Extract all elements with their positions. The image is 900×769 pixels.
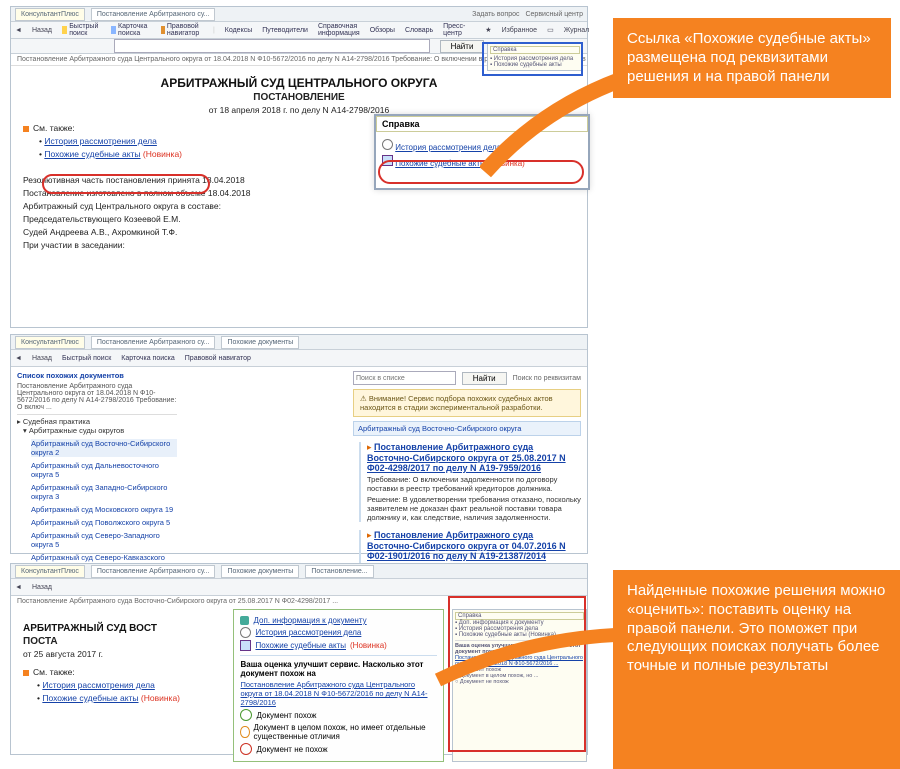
nav-back-icon[interactable]: ◄ xyxy=(15,27,22,34)
tabstrip-2: КонсультантПлюс Постановление Арбитражно… xyxy=(11,335,587,350)
court-item[interactable]: Арбитражный суд Поволжского округа 5 xyxy=(31,518,177,527)
court-item[interactable]: Арбитражный суд Западно-Сибирского округ… xyxy=(31,483,177,501)
court-item[interactable]: Арбитражный суд Московского округа 19 xyxy=(31,505,177,514)
bullet-icon-3 xyxy=(23,670,29,676)
ask-link[interactable]: Задать вопрос xyxy=(472,11,519,18)
tree-root[interactable]: ▸ Судебная практика xyxy=(17,417,177,426)
tab-doc-2[interactable]: Постановление Арбитражного су... xyxy=(91,336,216,349)
tb-nav[interactable]: Правовой навигатор xyxy=(161,23,203,37)
court-item[interactable]: Арбитражный суд Дальневосточного округа … xyxy=(31,461,177,479)
rate-target[interactable]: Постановление Арбитражного суда Централь… xyxy=(240,680,437,707)
tabstrip-3: КонсультантПлюс Постановление Арбитражно… xyxy=(11,564,587,579)
bullet-icon xyxy=(23,126,29,132)
fav-icon[interactable]: ★ xyxy=(485,26,491,34)
rate-good[interactable]: Документ похож xyxy=(240,709,437,721)
tree-group[interactable]: ▾ Арбитражные суды округов xyxy=(23,426,177,435)
rate-bad[interactable]: Документ не похож xyxy=(240,743,437,755)
result-title[interactable]: Постановление Арбитражного суда Восточно… xyxy=(367,442,566,473)
list-header: Список похожих документов xyxy=(17,371,177,380)
tb-codex[interactable]: Кодексы xyxy=(225,27,252,34)
tab-app-3[interactable]: КонсультантПлюс xyxy=(15,565,85,578)
find-button[interactable]: Найти xyxy=(440,40,485,53)
similar-link[interactable]: Похожие судебные акты xyxy=(44,149,140,159)
mag-history-link[interactable]: История рассмотрения дела xyxy=(395,143,501,152)
line-6: При участии в заседании: xyxy=(23,240,575,250)
result-item: ▸ Постановление Арбитражного суда Восточ… xyxy=(359,442,581,522)
tab-doc[interactable]: Постановление Арбитражного су... xyxy=(91,8,216,21)
nav-back-2[interactable]: ◄ xyxy=(15,355,22,362)
list-search-input[interactable] xyxy=(353,371,456,385)
mag-spravka-title[interactable]: Справка xyxy=(376,116,588,132)
sort-link[interactable]: Поиск по реквизитам xyxy=(513,375,581,382)
clock-icon-3 xyxy=(240,627,251,638)
hist-link-3[interactable]: История рассмотрения дела xyxy=(255,628,361,637)
tb-press[interactable]: Пресс-центр xyxy=(443,23,465,37)
sim-link-3[interactable]: Похожие судебные акты xyxy=(255,641,346,650)
nav-back-3[interactable]: ◄ xyxy=(15,584,22,591)
group-bar: Арбитражный суд Восточно-Сибирского окру… xyxy=(353,421,581,436)
history-link-3[interactable]: История рассмотрения дела xyxy=(42,680,155,690)
red-highlight-doc xyxy=(42,174,210,194)
tab-app-2[interactable]: КонсультантПлюс xyxy=(15,336,85,349)
list-find-button[interactable]: Найти xyxy=(462,372,507,385)
nav-back[interactable]: Назад xyxy=(32,27,52,34)
see-also-label: См. также: xyxy=(33,123,75,133)
tab-similar-3[interactable]: Похожие документы xyxy=(221,565,299,578)
service-link[interactable]: Сервисный центр xyxy=(525,11,583,18)
see-also-3: См. также: xyxy=(33,667,75,677)
court-name: АРБИТРАЖНЫЙ СУД ЦЕНТРАЛЬНОГО ОКРУГА xyxy=(23,76,575,90)
journal-icon[interactable]: ▭ xyxy=(547,26,554,34)
tab-similar-2[interactable]: Похожие документы xyxy=(221,336,299,349)
tb-guide[interactable]: Путеводители xyxy=(262,27,308,34)
tab-doc-3b[interactable]: Постановление... xyxy=(305,565,373,578)
line-3: Арбитражный суд Центрального округа в со… xyxy=(23,201,575,211)
screenshot-2: КонсультантПлюс Постановление Арбитражно… xyxy=(10,334,588,554)
result-req: Требование: О включении задолженности по… xyxy=(367,475,581,493)
court-name-3: АРБИТРАЖНЫЙ СУД ВОСТ xyxy=(23,623,221,634)
result-title[interactable]: Постановление Арбитражного суда Восточно… xyxy=(367,530,566,561)
rating-panel-zoom: Доп. информация к документу История расс… xyxy=(233,609,444,762)
court-item[interactable]: Арбитражный суд Северо-Западного округа … xyxy=(31,531,177,549)
toolbar-2: ◄Назад Быстрый поиск Карточка поиска Пра… xyxy=(11,350,587,367)
red-highlight-right xyxy=(448,596,586,752)
red-highlight-mag xyxy=(378,160,584,184)
similar-link-3[interactable]: Похожие судебные акты xyxy=(42,693,138,703)
circle-green-icon xyxy=(240,709,252,721)
tb-obz[interactable]: Обзоры xyxy=(370,27,395,34)
tab-doc-3a[interactable]: Постановление Арбитражного су... xyxy=(91,565,216,578)
callout-bottom: Найденные похожие решения можно «оценить… xyxy=(613,570,900,769)
search-input[interactable] xyxy=(114,39,430,53)
toolbar-3: ◄Назад xyxy=(11,579,587,596)
doc-summary: Постановление Арбитражного суда Централь… xyxy=(17,383,177,411)
line-4: Председательствующего Козеевой Е.М. xyxy=(23,214,575,224)
blue-highlight-mini xyxy=(482,42,583,76)
doc-type: ПОСТАНОВЛЕНИЕ xyxy=(23,92,575,103)
doc-date-3: от 25 августа 2017 г. xyxy=(23,649,221,659)
court-item[interactable]: Арбитражный суд Восточно-Сибирского окру… xyxy=(31,439,177,457)
circle-red-icon xyxy=(240,743,252,755)
result-dec: Решение: В удовлетворении требования отк… xyxy=(367,495,581,522)
tb-quick[interactable]: Быстрый поиск xyxy=(62,23,101,37)
rate-partial[interactable]: Документ в целом похож, но имеет отдельн… xyxy=(240,723,437,741)
doc-type-3: ПОСТА xyxy=(23,636,221,647)
circle-orange-icon xyxy=(240,726,249,738)
dop-link[interactable]: Доп. информация к документу xyxy=(253,616,366,625)
info-icon xyxy=(240,616,249,625)
tb-ref[interactable]: Справочная информация xyxy=(318,23,360,37)
tb-dict[interactable]: Словарь xyxy=(405,27,433,34)
tab-app[interactable]: КонсультантПлюс xyxy=(15,8,85,21)
rate-head: Ваша оценка улучшит сервис. Насколько эт… xyxy=(240,660,437,678)
toolbar: ◄ Назад Быстрый поиск Карточка поиска Пр… xyxy=(11,22,587,39)
line-5: Судей Андреева А.В., Ахромкиной Т.Ф. xyxy=(23,227,575,237)
callout-top: Ссылка «Похожие судебные акты» размещена… xyxy=(613,18,891,98)
docs-icon-3 xyxy=(240,640,251,651)
novinka-badge: (Новинка) xyxy=(143,149,182,159)
tabstrip: КонсультантПлюс Постановление Арбитражно… xyxy=(11,7,587,22)
history-link[interactable]: История рассмотрения дела xyxy=(44,136,157,146)
tb-card[interactable]: Карточка поиска xyxy=(111,23,150,37)
warning-banner: ⚠ Внимание! Сервис подбора похожих судеб… xyxy=(353,389,581,417)
clock-icon xyxy=(382,139,393,150)
